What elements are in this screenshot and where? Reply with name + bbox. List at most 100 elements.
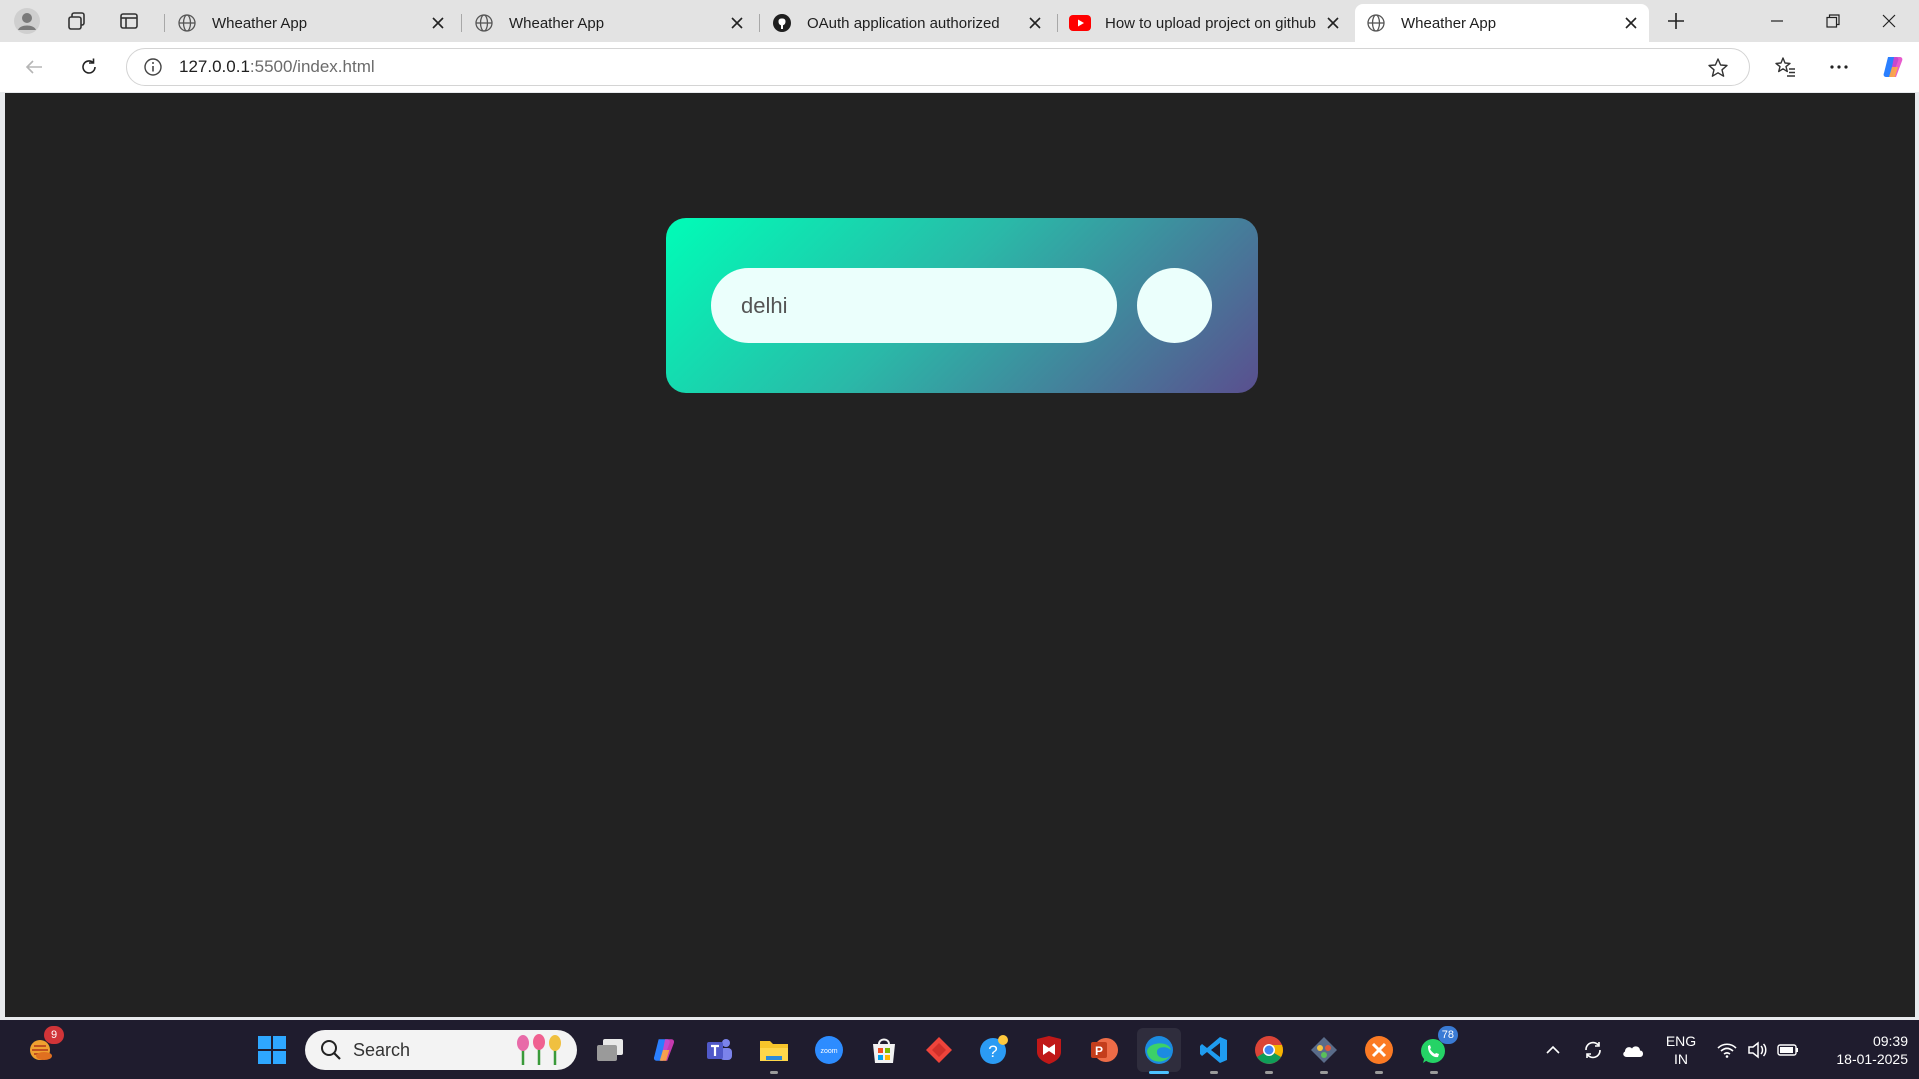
tab-title: Wheather App — [1401, 14, 1497, 32]
zoom-button[interactable]: zoom — [807, 1028, 851, 1072]
quick-settings-button[interactable] — [1712, 1020, 1804, 1079]
close-tab-icon[interactable] — [723, 9, 751, 37]
show-hidden-icons-button[interactable] — [1538, 1020, 1568, 1079]
restore-icon — [1826, 14, 1840, 28]
tab-wheather-app-2[interactable]: Wheather App — [463, 4, 755, 42]
running-indicator — [770, 1071, 778, 1074]
mcafee-button[interactable] — [1027, 1028, 1071, 1072]
workspaces-button[interactable] — [60, 5, 94, 37]
close-icon — [1882, 14, 1896, 28]
youtube-icon — [1069, 12, 1091, 34]
help-app-button[interactable]: ? — [972, 1028, 1016, 1072]
language-indicator[interactable]: ENG IN — [1658, 1020, 1704, 1079]
new-tab-button[interactable] — [1659, 5, 1693, 37]
language-code: ENG — [1665, 1032, 1697, 1049]
tab-wheather-app-1[interactable]: Wheather App — [166, 4, 456, 42]
edge-button[interactable] — [1137, 1028, 1181, 1074]
profile-icon — [14, 8, 40, 34]
xampp-icon — [1365, 1036, 1393, 1064]
task-view-button[interactable] — [588, 1028, 632, 1072]
running-indicator — [1265, 1071, 1273, 1074]
tab-oauth[interactable]: OAuth application authorized — [761, 4, 1053, 42]
tab-title: Wheather App — [509, 14, 605, 32]
anydesk-button[interactable] — [917, 1028, 961, 1072]
chrome-icon — [1255, 1036, 1283, 1064]
url-path: :5500/index.html — [249, 57, 375, 76]
restore-button[interactable] — [1805, 0, 1861, 42]
svg-text:P: P — [1095, 1044, 1103, 1058]
minimize-icon — [1771, 20, 1783, 22]
more-icon — [1830, 65, 1848, 69]
volume-icon — [1748, 1040, 1767, 1059]
city-search-input[interactable] — [711, 268, 1117, 343]
clock-date: 18-01-2025 — [1836, 1050, 1908, 1067]
notification-badge: 9 — [44, 1026, 64, 1044]
github-icon — [771, 12, 793, 34]
start-button[interactable] — [250, 1028, 294, 1072]
windows-taskbar: 9 Search zoom ? P 78 ENG IN 09:39 18-01-… — [0, 1020, 1919, 1079]
chrome-button[interactable] — [1247, 1028, 1291, 1074]
plus-icon — [1668, 13, 1684, 29]
tab-title: Wheather App — [212, 14, 308, 32]
running-indicator — [1430, 1071, 1438, 1074]
profile-button[interactable] — [10, 5, 44, 37]
folder-icon — [760, 1041, 788, 1061]
copilot-icon — [653, 1039, 675, 1061]
sync-status-button[interactable] — [1578, 1020, 1608, 1079]
file-explorer-button[interactable] — [752, 1028, 796, 1074]
site-info-icon[interactable] — [127, 49, 179, 85]
copilot-button[interactable] — [1875, 51, 1911, 83]
page-viewport — [5, 93, 1915, 1017]
address-bar[interactable]: 127.0.0.1:5500/index.html — [126, 48, 1750, 86]
windows-icon — [258, 1036, 286, 1064]
powerpoint-button[interactable]: P — [1082, 1028, 1126, 1072]
favorites-list-icon — [1775, 57, 1795, 77]
xampp-button[interactable] — [1357, 1028, 1401, 1074]
tab-strip: Wheather App Wheather App OAuth applicat… — [0, 0, 1919, 42]
weather-widget-button[interactable]: 9 — [18, 1026, 64, 1072]
active-indicator — [1149, 1071, 1169, 1074]
battery-icon — [1777, 1043, 1798, 1056]
taskbar-search-box[interactable]: Search — [305, 1030, 577, 1070]
copilot-taskbar-button[interactable] — [642, 1028, 686, 1072]
url-text: 127.0.0.1:5500/index.html — [179, 57, 375, 77]
whatsapp-button[interactable]: 78 — [1412, 1026, 1458, 1074]
tab-separator — [164, 14, 165, 32]
git-tool-button[interactable] — [1302, 1028, 1346, 1074]
cloud-icon — [1623, 1045, 1643, 1057]
teams-button[interactable] — [697, 1028, 741, 1072]
favorites-button[interactable] — [1767, 51, 1803, 83]
search-icon — [321, 1040, 341, 1060]
tab-title: OAuth application authorized — [807, 14, 1000, 32]
search-button[interactable] — [1137, 268, 1212, 343]
refresh-icon — [82, 58, 96, 74]
refresh-button[interactable] — [71, 51, 107, 83]
close-tab-icon[interactable] — [1319, 9, 1347, 37]
onedrive-button[interactable] — [1618, 1020, 1648, 1079]
globe-icon — [176, 12, 198, 34]
close-window-button[interactable] — [1861, 0, 1917, 42]
minimize-button[interactable] — [1749, 0, 1805, 42]
store-icon — [873, 1038, 895, 1063]
git-tool-icon — [1311, 1037, 1337, 1063]
favorite-star-icon[interactable] — [1705, 55, 1731, 81]
task-view-icon — [597, 1039, 623, 1061]
vertical-tabs-button[interactable] — [112, 5, 146, 37]
powerpoint-icon: P — [1091, 1038, 1118, 1062]
clock[interactable]: 09:39 18-01-2025 — [1812, 1020, 1908, 1079]
sync-icon — [1585, 1041, 1601, 1058]
close-tab-icon[interactable] — [1617, 9, 1645, 37]
more-menu-button[interactable] — [1821, 51, 1857, 83]
close-tab-icon[interactable] — [1021, 9, 1049, 37]
vscode-button[interactable] — [1192, 1028, 1236, 1074]
tab-youtube[interactable]: How to upload project on github — [1059, 4, 1351, 42]
mcafee-icon — [1037, 1036, 1061, 1064]
copilot-icon — [1883, 57, 1903, 77]
back-button[interactable] — [16, 51, 52, 83]
help-icon: ? — [980, 1035, 1008, 1064]
store-button[interactable] — [862, 1028, 906, 1072]
tab-wheather-app-active[interactable]: Wheather App — [1355, 4, 1649, 42]
close-tab-icon[interactable] — [424, 9, 452, 37]
teams-icon — [707, 1039, 732, 1060]
zoom-icon: zoom — [815, 1036, 843, 1064]
